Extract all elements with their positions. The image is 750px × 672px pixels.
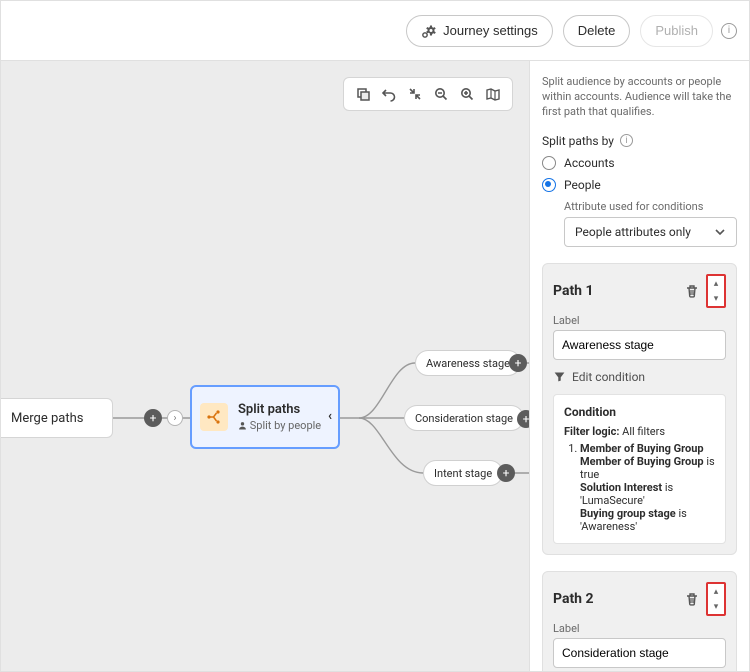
path-block-1: Path 1 ▴ ▾ Label Edit condition (542, 263, 737, 555)
radio-people-label: People (564, 178, 601, 192)
main: Merge paths + › Split paths Split by peo… (1, 61, 749, 671)
canvas-toolbox (343, 77, 513, 111)
attribute-label: Attribute used for conditions (564, 200, 737, 213)
attribute-section: Attribute used for conditions People att… (564, 200, 737, 247)
journey-canvas[interactable]: Merge paths + › Split paths Split by peo… (1, 61, 529, 671)
radio-accounts-label: Accounts (564, 156, 615, 170)
publish-button: Publish (640, 15, 713, 47)
person-icon (238, 421, 247, 430)
move-down-button[interactable]: ▾ (708, 599, 724, 614)
top-bar: Journey settings Delete Publish i (1, 1, 749, 61)
info-icon[interactable]: i (620, 134, 633, 147)
path-label-input[interactable] (553, 330, 726, 360)
edit-condition-link[interactable]: Edit condition (553, 370, 726, 384)
radio-icon (542, 178, 556, 192)
reorder-buttons: ▴ ▾ (706, 274, 726, 308)
chevron-down-icon (714, 226, 726, 238)
branch-node-consideration[interactable]: Consideration stage (404, 405, 524, 431)
zoom-out-icon[interactable] (428, 81, 454, 107)
trash-icon[interactable] (684, 283, 700, 299)
path-block-2: Path 2 ▴ ▾ Label Edit condition (542, 571, 737, 671)
radio-people[interactable]: People (542, 178, 737, 192)
collapse-icon[interactable] (402, 81, 428, 107)
label-field-label: Label (553, 622, 726, 635)
move-down-button[interactable]: ▾ (708, 291, 724, 306)
add-after-branch-button[interactable]: + (517, 410, 529, 428)
add-after-branch-button[interactable]: + (509, 354, 527, 372)
label-field-label: Label (553, 314, 726, 327)
delete-label: Delete (578, 23, 616, 38)
split-node-subtitle: Split by people (238, 419, 321, 432)
undo-icon[interactable] (376, 81, 402, 107)
journey-settings-button[interactable]: Journey settings (406, 15, 553, 47)
condition-summary: Condition Filter logic: All filters Memb… (553, 394, 726, 544)
gear-icon (421, 23, 437, 39)
radio-accounts[interactable]: Accounts (542, 156, 737, 170)
trash-icon[interactable] (684, 591, 700, 607)
branch-node-awareness[interactable]: Awareness stage (415, 350, 521, 376)
attribute-value: People attributes only (575, 225, 691, 239)
merge-paths-node[interactable]: Merge paths (1, 398, 113, 438)
branch-label: Intent stage (434, 467, 492, 480)
publish-label: Publish (655, 23, 698, 38)
filter-icon (553, 370, 566, 383)
add-node-button[interactable]: + (144, 409, 162, 427)
split-node-text: Split paths Split by people (238, 402, 321, 432)
panel-help-text: Split audience by accounts or people wit… (542, 75, 737, 120)
split-paths-node[interactable]: Split paths Split by people ‹ (190, 385, 340, 449)
split-by-label: Split paths by i (542, 134, 737, 148)
settings-panel: Split audience by accounts or people wit… (529, 61, 749, 671)
move-up-button[interactable]: ▴ (708, 276, 724, 291)
split-node-title: Split paths (238, 402, 321, 417)
path-label-input[interactable] (553, 638, 726, 668)
attribute-select[interactable]: People attributes only (564, 217, 737, 247)
connector-arrow-icon: › (167, 410, 183, 426)
branch-node-intent[interactable]: Intent stage (423, 460, 503, 486)
map-icon[interactable] (480, 81, 506, 107)
split-icon (200, 403, 228, 431)
reorder-buttons: ▴ ▾ (706, 582, 726, 616)
info-icon[interactable]: i (721, 23, 737, 39)
zoom-in-icon[interactable] (454, 81, 480, 107)
radio-icon (542, 156, 556, 170)
journey-settings-label: Journey settings (443, 23, 538, 38)
path-title: Path 2 (553, 591, 594, 607)
path-title: Path 1 (553, 283, 594, 299)
chevron-left-icon[interactable]: ‹ (328, 409, 332, 424)
condition-heading: Condition (564, 405, 715, 419)
merge-paths-label: Merge paths (11, 411, 83, 426)
copy-icon[interactable] (350, 81, 376, 107)
move-up-button[interactable]: ▴ (708, 584, 724, 599)
add-after-branch-button[interactable]: + (497, 464, 515, 482)
branch-label: Awareness stage (426, 357, 510, 370)
delete-button[interactable]: Delete (563, 15, 631, 47)
branch-label: Consideration stage (415, 412, 513, 425)
